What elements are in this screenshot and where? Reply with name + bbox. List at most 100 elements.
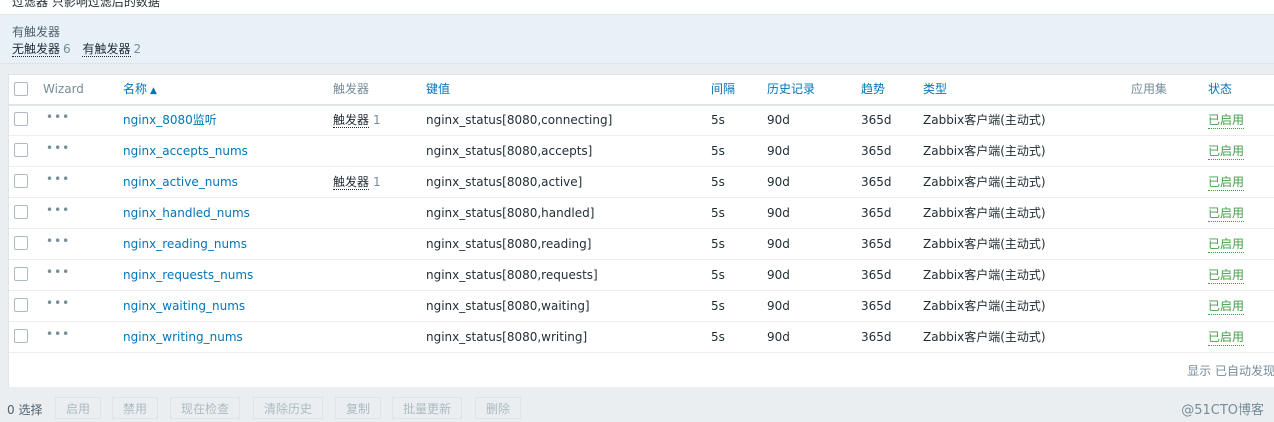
displaying-info: 显示 已自动发现 bbox=[1187, 364, 1274, 378]
item-menu-icon[interactable]: ••• bbox=[46, 105, 70, 135]
item-type: Zabbix客户端(主动式) bbox=[923, 237, 1046, 251]
item-status-toggle[interactable]: 已启用 bbox=[1208, 298, 1245, 315]
item-interval: 5s bbox=[711, 113, 725, 127]
item-name-link[interactable]: nginx_reading_nums bbox=[123, 229, 247, 259]
item-interval: 5s bbox=[711, 206, 725, 220]
item-trends: 365d bbox=[861, 206, 892, 220]
row-checkbox[interactable] bbox=[14, 267, 28, 281]
item-menu-icon[interactable]: ••• bbox=[46, 229, 70, 259]
table-row: ••• nginx_reading_nums nginx_status[8080,r… bbox=[9, 229, 1274, 260]
triggers-link[interactable]: 触发器 bbox=[333, 175, 370, 190]
item-interval: 5s bbox=[711, 175, 725, 189]
row-checkbox[interactable] bbox=[14, 298, 28, 312]
filter-option-count: 6 bbox=[63, 42, 71, 56]
item-history: 90d bbox=[767, 299, 790, 313]
item-status-toggle[interactable]: 已启用 bbox=[1208, 143, 1245, 160]
selected-count: 0 选择 bbox=[7, 403, 43, 417]
item-status-toggle[interactable]: 已启用 bbox=[1208, 267, 1245, 284]
item-status-toggle[interactable]: 已启用 bbox=[1208, 112, 1245, 129]
row-checkbox[interactable] bbox=[14, 143, 28, 157]
item-status-toggle[interactable]: 已启用 bbox=[1208, 174, 1245, 191]
row-checkbox[interactable] bbox=[14, 112, 28, 126]
item-menu-icon[interactable]: ••• bbox=[46, 291, 70, 321]
header-apps: 应用集 bbox=[1131, 82, 1168, 96]
item-name-link[interactable]: nginx_handled_nums bbox=[123, 198, 250, 228]
table-row: ••• nginx_requests_nums nginx_status[8080,… bbox=[9, 260, 1274, 291]
item-name-link[interactable]: nginx_active_nums bbox=[123, 167, 238, 197]
watermark: @51CTO博客 bbox=[1181, 403, 1264, 418]
header-wizard: Wizard bbox=[43, 82, 84, 96]
item-key: nginx_status[8080,waiting] bbox=[426, 299, 590, 313]
item-type: Zabbix客户端(主动式) bbox=[923, 268, 1046, 282]
check-now-button[interactable]: 现在检查 bbox=[170, 397, 241, 419]
item-trends: 365d bbox=[861, 268, 892, 282]
item-interval: 5s bbox=[711, 268, 725, 282]
disable-button[interactable]: 禁用 bbox=[112, 397, 159, 419]
item-type: Zabbix客户端(主动式) bbox=[923, 113, 1046, 127]
table-row: ••• nginx_8080监听 触发器 1 nginx_status[8080,con… bbox=[9, 105, 1274, 136]
item-type: Zabbix客户端(主动式) bbox=[923, 144, 1046, 158]
table-row: ••• nginx_active_nums 触发器 1 nginx_status[808… bbox=[9, 167, 1274, 198]
item-menu-icon[interactable]: ••• bbox=[46, 198, 70, 228]
header-status[interactable]: 状态 bbox=[1208, 75, 1232, 104]
triggers-count: 1 bbox=[373, 175, 381, 189]
item-key: nginx_status[8080,reading] bbox=[426, 237, 592, 251]
header-name-label: 名称 bbox=[123, 82, 148, 96]
item-interval: 5s bbox=[711, 330, 725, 344]
item-history: 90d bbox=[767, 237, 790, 251]
item-interval: 5s bbox=[711, 144, 725, 158]
row-checkbox[interactable] bbox=[14, 205, 28, 219]
filter-panel: 有触发器 无触发器 6 有触发器 2 bbox=[0, 14, 1274, 64]
item-name-link[interactable]: nginx_accepts_nums bbox=[123, 136, 248, 166]
item-key: nginx_status[8080,handled] bbox=[426, 206, 595, 220]
table-row: ••• nginx_accepts_nums nginx_status[8080,a… bbox=[9, 136, 1274, 167]
filter-option-count: 2 bbox=[133, 42, 142, 56]
item-name-link[interactable]: nginx_writing_nums bbox=[123, 322, 243, 352]
header-type[interactable]: 类型 bbox=[923, 75, 947, 104]
table-row: ••• nginx_handled_nums nginx_status[8080,h… bbox=[9, 198, 1274, 229]
clear-history-button[interactable]: 清除历史 bbox=[253, 397, 324, 419]
header-trends[interactable]: 趋势 bbox=[861, 75, 885, 104]
item-trends: 365d bbox=[861, 175, 892, 189]
item-status-toggle[interactable]: 已启用 bbox=[1208, 236, 1245, 253]
triggers-link[interactable]: 触发器 bbox=[333, 113, 370, 128]
filter-header-text: 过滤器 只影响过滤后的数据 bbox=[12, 0, 160, 9]
item-name-link[interactable]: nginx_8080监听 bbox=[123, 105, 217, 135]
item-name-link[interactable]: nginx_requests_nums bbox=[123, 260, 253, 290]
header-name[interactable]: 名称 ▲ bbox=[123, 75, 157, 104]
sort-asc-icon: ▲ bbox=[150, 86, 157, 96]
item-menu-icon[interactable]: ••• bbox=[46, 260, 70, 290]
mass-update-button[interactable]: 批量更新 bbox=[392, 397, 463, 419]
item-menu-icon[interactable]: ••• bbox=[46, 136, 70, 166]
item-type: Zabbix客户端(主动式) bbox=[923, 206, 1046, 220]
item-menu-icon[interactable]: ••• bbox=[46, 322, 70, 352]
table-row: ••• nginx_waiting_nums nginx_status[8080,w… bbox=[9, 291, 1274, 322]
filter-option-no-triggers[interactable]: 无触发器 bbox=[12, 42, 61, 57]
item-trends: 365d bbox=[861, 237, 892, 251]
delete-button[interactable]: 删除 bbox=[475, 397, 522, 419]
item-trends: 365d bbox=[861, 330, 892, 344]
item-key: nginx_status[8080,accepts] bbox=[426, 144, 593, 158]
item-interval: 5s bbox=[711, 299, 725, 313]
header-history[interactable]: 历史记录 bbox=[767, 75, 815, 104]
item-triggers: 触发器 1 bbox=[333, 167, 381, 197]
header-key[interactable]: 键值 bbox=[426, 75, 450, 104]
item-key: nginx_status[8080,active] bbox=[426, 175, 583, 189]
item-type: Zabbix客户端(主动式) bbox=[923, 330, 1046, 344]
item-name-link[interactable]: nginx_waiting_nums bbox=[123, 291, 245, 321]
item-key: nginx_status[8080,writing] bbox=[426, 330, 588, 344]
filter-option-with-triggers[interactable]: 有触发器 bbox=[82, 42, 131, 57]
item-status-toggle[interactable]: 已启用 bbox=[1208, 329, 1245, 346]
item-key: nginx_status[8080,requests] bbox=[426, 268, 598, 282]
item-history: 90d bbox=[767, 330, 790, 344]
item-menu-icon[interactable]: ••• bbox=[46, 167, 70, 197]
row-checkbox[interactable] bbox=[14, 329, 28, 343]
select-all-checkbox[interactable] bbox=[14, 82, 28, 96]
copy-button[interactable]: 复制 bbox=[335, 397, 382, 419]
item-status-toggle[interactable]: 已启用 bbox=[1208, 205, 1245, 222]
item-trends: 365d bbox=[861, 113, 892, 127]
enable-button[interactable]: 启用 bbox=[55, 397, 102, 419]
row-checkbox[interactable] bbox=[14, 236, 28, 250]
header-interval[interactable]: 间隔 bbox=[711, 75, 735, 104]
row-checkbox[interactable] bbox=[14, 174, 28, 188]
